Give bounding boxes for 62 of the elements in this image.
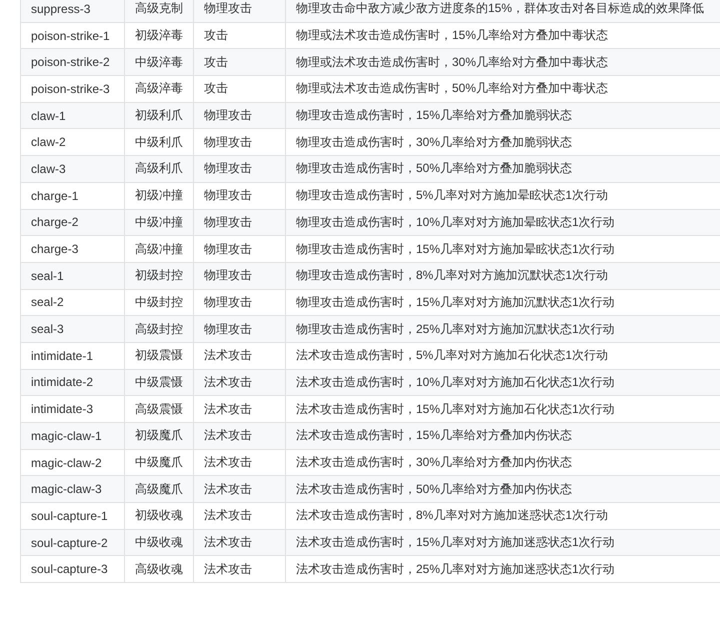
table-cell: 中级收魂 — [124, 529, 194, 556]
table-cell: 法术攻击造成伤害时，10%几率对对方施加石化状态1次行动 — [286, 369, 720, 396]
table-cell: 法术攻击 — [194, 529, 286, 556]
table-cell: soul-capture-1 — [20, 502, 124, 530]
table-cell: 高级魔爪 — [124, 476, 194, 503]
table-cell: intimidate-2 — [20, 369, 124, 396]
table-cell: 法术攻击 — [194, 342, 286, 370]
table-cell: 初级收魂 — [124, 502, 194, 530]
table-cell: 初级封控 — [124, 262, 194, 290]
table-cell: 物理攻击 — [194, 316, 286, 342]
table-cell: 物理攻击造成伤害时，10%几率对对方施加晕眩状态1次行动 — [286, 209, 720, 236]
table-cell: poison-strike-2 — [20, 48, 124, 76]
table-cell: 高级淬毒 — [124, 76, 194, 102]
table-cell: seal-3 — [20, 316, 124, 342]
table-cell: charge-2 — [20, 209, 124, 236]
table-cell: 初级魔爪 — [124, 422, 194, 450]
table-cell: 法术攻击 — [194, 369, 286, 396]
table-cell: soul-capture-3 — [20, 556, 124, 583]
table-cell: suppress-3 — [20, 0, 124, 22]
table-cell: 法术攻击 — [194, 502, 286, 530]
table-cell: claw-1 — [20, 102, 124, 129]
table-cell: 物理攻击造成伤害时，8%几率对对方施加沉默状态1次行动 — [286, 262, 720, 290]
table-cell: 物理攻击造成伤害时，15%几率给对方叠加脆弱状态 — [286, 102, 720, 129]
table-cell: 攻击 — [194, 48, 286, 76]
table-cell: 物理或法术攻击造成伤害时，30%几率给对方叠加中毒状态 — [286, 48, 720, 76]
table-cell: 法术攻击 — [194, 476, 286, 503]
table-cell: 初级震慑 — [124, 342, 194, 370]
table-cell: 物理攻击 — [194, 262, 286, 290]
table-cell: 高级封控 — [124, 316, 194, 342]
table-cell: 物理攻击 — [194, 236, 286, 262]
table-cell: 物理攻击造成伤害时，50%几率给对方叠加脆弱状态 — [286, 156, 720, 182]
table-cell: 高级冲撞 — [124, 236, 194, 262]
table-cell: 法术攻击造成伤害时，15%几率对对方施加迷惑状态1次行动 — [286, 529, 720, 556]
table-cell: 高级克制 — [124, 0, 194, 22]
table-cell: 物理攻击命中敌方减少敌方进度条的15%，群体攻击对各目标造成的效果降低 — [286, 0, 720, 22]
table-cell: 初级冲撞 — [124, 182, 194, 209]
table-cell: claw-3 — [20, 156, 124, 182]
table-cell: charge-3 — [20, 236, 124, 262]
table-cell: charge-1 — [20, 182, 124, 209]
table-cell: 法术攻击造成伤害时，50%几率给对方叠加内伤状态 — [286, 476, 720, 503]
table-cell: 高级收魂 — [124, 556, 194, 583]
table-cell: 物理攻击 — [194, 209, 286, 236]
table-cell: 物理攻击造成伤害时，25%几率对对方施加沉默状态1次行动 — [286, 316, 720, 342]
table-cell: 攻击 — [194, 76, 286, 102]
table-cell: intimidate-1 — [20, 342, 124, 370]
table-cell: 法术攻击 — [194, 422, 286, 450]
table-cell: 中级淬毒 — [124, 48, 194, 76]
table-cell: seal-1 — [20, 262, 124, 290]
table-cell: 中级冲撞 — [124, 209, 194, 236]
table-cell: 中级震慑 — [124, 369, 194, 396]
table-cell: 法术攻击 — [194, 556, 286, 583]
table-cell: 物理攻击 — [194, 156, 286, 182]
table-cell: 物理攻击 — [194, 102, 286, 129]
table-cell: 物理攻击 — [194, 0, 286, 22]
table-cell: soul-capture-2 — [20, 529, 124, 556]
table-cell: 初级利爪 — [124, 102, 194, 129]
table-cell: magic-claw-1 — [20, 422, 124, 450]
table-cell: magic-claw-3 — [20, 476, 124, 503]
table-cell: 法术攻击造成伤害时，15%几率给对方叠加内伤状态 — [286, 422, 720, 450]
table-cell: poison-strike-3 — [20, 76, 124, 102]
table-cell: 高级利爪 — [124, 156, 194, 182]
table-cell: 物理攻击 — [194, 182, 286, 209]
